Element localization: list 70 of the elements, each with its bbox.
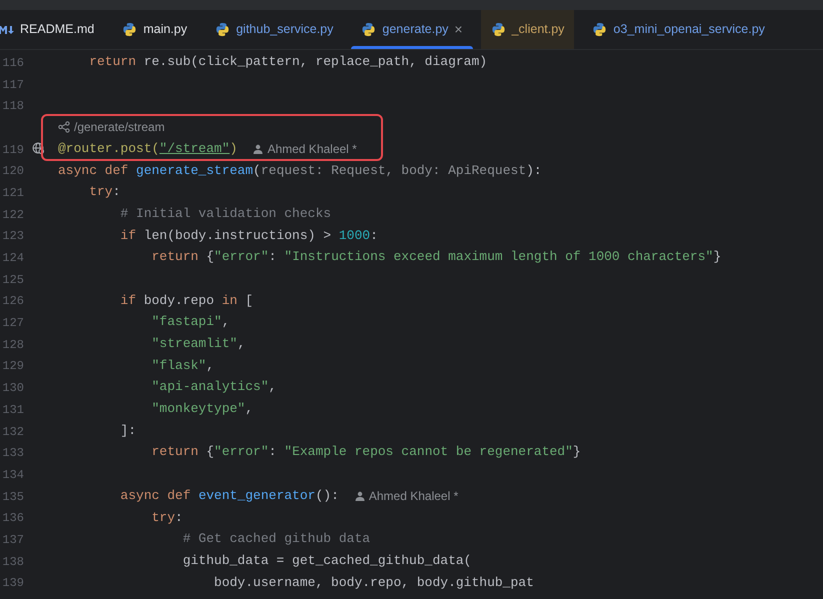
- line-number: 122: [2, 208, 24, 222]
- globe-icon[interactable]: [32, 142, 44, 156]
- code-line: return {"error": "Instructions exceed maximum length of 1000 characters"}: [150, 248, 722, 266]
- line-number: 128: [2, 338, 24, 352]
- line-number: 117: [2, 78, 24, 92]
- python-icon: [490, 22, 506, 37]
- line-number: 119: [2, 142, 24, 157]
- code-line: return re.sub(click_pattern, replace_path, diagram): [88, 53, 488, 72]
- line-number: 133: [2, 446, 24, 460]
- python-icon: [122, 22, 138, 37]
- person-icon: [354, 490, 365, 501]
- line-number: 138: [2, 554, 24, 569]
- line-number: 116: [2, 56, 24, 70]
- tab-label: github_service.py: [236, 21, 334, 38]
- code-line: "monkeytype",: [150, 400, 254, 418]
- code-line: try:: [150, 508, 183, 527]
- editor-tab[interactable]: _client.py: [480, 10, 574, 49]
- code-line: # Get cached github data: [182, 530, 370, 548]
- editor-tab[interactable]: README.md: [0, 10, 104, 49]
- code-line: body.username, body.repo, body.github_pat: [213, 574, 534, 592]
- editor-tab[interactable]: o3_mini_openai_service.py: [582, 10, 775, 49]
- code-line: if len(body.instructions) > 1000:: [119, 226, 378, 245]
- code-line: github_data = get_cached_github_data(: [182, 552, 472, 570]
- python-icon: [592, 22, 608, 37]
- line-number: 136: [2, 511, 24, 526]
- editor-tab[interactable]: generate.py ×: [351, 10, 473, 49]
- line-number: 130: [2, 381, 24, 396]
- editor-tab[interactable]: github_service.py: [205, 10, 344, 49]
- line-number: 132: [2, 424, 24, 439]
- line-number: 137: [2, 532, 24, 547]
- code-line: async def event_generator():: [119, 486, 339, 505]
- code-line: "api-analytics",: [150, 378, 276, 396]
- python-icon: [215, 22, 230, 37]
- code-line: "streamlit",: [150, 335, 246, 354]
- author-hint[interactable]: Ahmed Khaleel *: [368, 486, 458, 505]
- line-number: 135: [2, 490, 24, 504]
- editor-tab[interactable]: main.py: [112, 10, 198, 49]
- close-icon[interactable]: ×: [454, 19, 463, 40]
- tab-label: o3_mini_openai_service.py: [613, 21, 765, 38]
- code-line: if body.repo in [: [119, 292, 254, 310]
- code-line: @router.post("/stream"): [58, 140, 238, 158]
- code-line: async def generate_stream(request: Request, body: ApiRequest):: [58, 162, 542, 180]
- tab-label: main.py: [143, 21, 188, 38]
- line-number: 129: [2, 359, 24, 374]
- markdown-icon: [0, 24, 14, 36]
- code-line: ]:: [119, 422, 136, 440]
- person-icon: [253, 144, 264, 154]
- line-number: 121: [2, 186, 24, 200]
- line-number: 139: [2, 576, 24, 590]
- code-line: "flask",: [150, 356, 214, 375]
- tab-label: README.md: [20, 21, 94, 38]
- code-line: try:: [88, 183, 120, 202]
- line-number: 131: [2, 402, 24, 417]
- line-number: 126: [2, 294, 24, 308]
- code-line: return {"error": "Example repos cannot be regenerated"}: [150, 443, 581, 462]
- line-number: 120: [2, 164, 24, 178]
- tab-label: _client.py: [512, 21, 564, 38]
- python-icon: [361, 22, 376, 37]
- author-hint[interactable]: Ahmed Khaleel *: [267, 140, 357, 158]
- endpoint-hint[interactable]: /generate/stream: [74, 118, 165, 136]
- code-line: "fastapi",: [150, 313, 230, 332]
- line-number: 118: [2, 99, 24, 114]
- line-number: 124: [2, 251, 24, 266]
- share-nodes-icon: [58, 120, 70, 133]
- line-number: 125: [2, 272, 24, 287]
- line-number: 127: [2, 316, 24, 330]
- tab-label: generate.py: [382, 21, 448, 38]
- line-number: 134: [2, 468, 24, 482]
- code-line: # Initial validation checks: [119, 204, 332, 223]
- line-number: 123: [2, 229, 24, 244]
